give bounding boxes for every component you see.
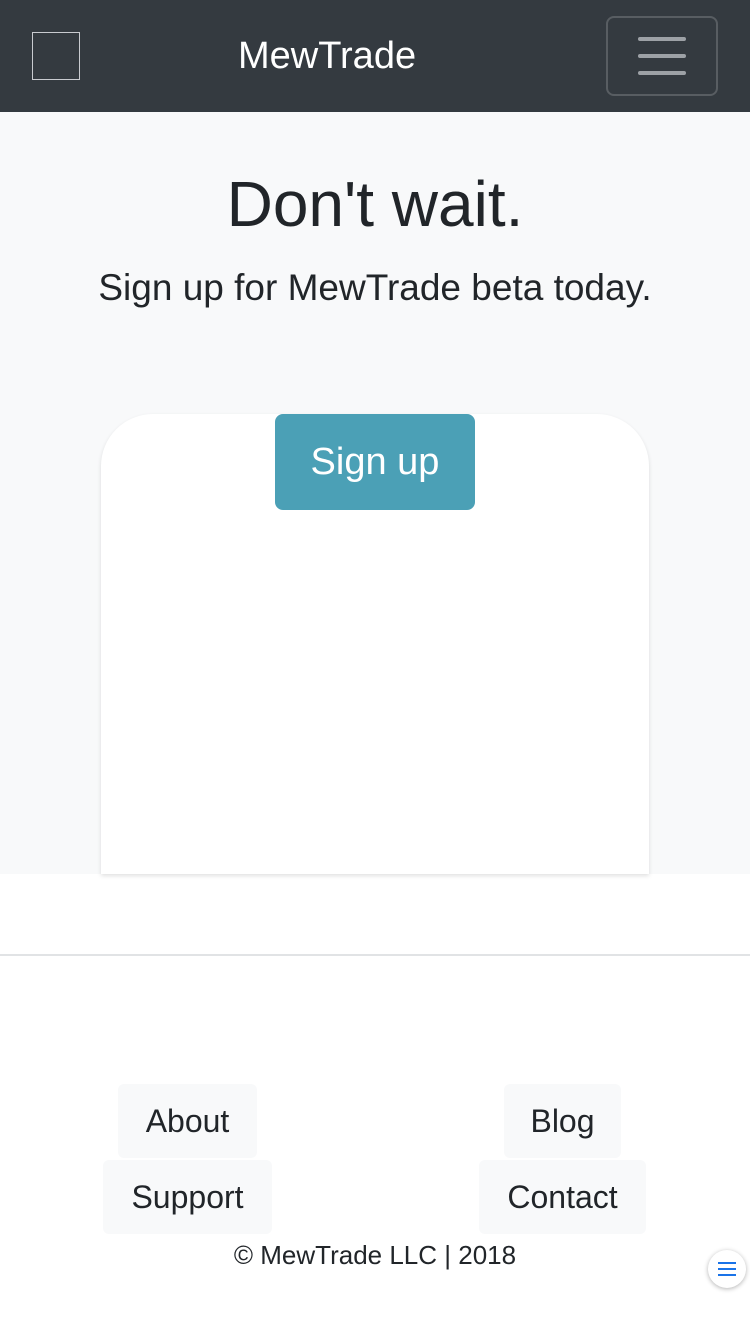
hero-title: Don't wait. (226, 168, 524, 240)
hamburger-icon (638, 37, 686, 41)
hero-section: Don't wait. Sign up for MewTrade beta to… (0, 112, 750, 874)
list-menu-icon (718, 1262, 736, 1264)
signup-button[interactable]: Sign up (275, 414, 475, 510)
list-menu-icon-line (718, 1274, 736, 1276)
list-menu-icon-line (718, 1268, 736, 1270)
signup-card: Sign up (101, 414, 649, 874)
hamburger-icon-bar (638, 71, 686, 75)
footer-link-contact[interactable]: Contact (479, 1160, 646, 1234)
copyright-text: © MewTrade LLC | 2018 (233, 1240, 517, 1270)
navbar: MewTrade (0, 0, 750, 112)
brand-title[interactable]: MewTrade (238, 32, 416, 80)
footer-link-support[interactable]: Support (103, 1160, 272, 1234)
logo-placeholder-icon[interactable] (32, 32, 80, 80)
footer-link-blog[interactable]: Blog (504, 1084, 621, 1158)
menu-toggle-button[interactable] (606, 16, 718, 96)
section-divider (0, 954, 750, 956)
floating-menu-button[interactable] (708, 1250, 746, 1288)
hamburger-icon-bar (638, 54, 686, 58)
hero-subtitle: Sign up for MewTrade beta today. (98, 267, 652, 308)
footer-link-about[interactable]: About (118, 1084, 257, 1158)
